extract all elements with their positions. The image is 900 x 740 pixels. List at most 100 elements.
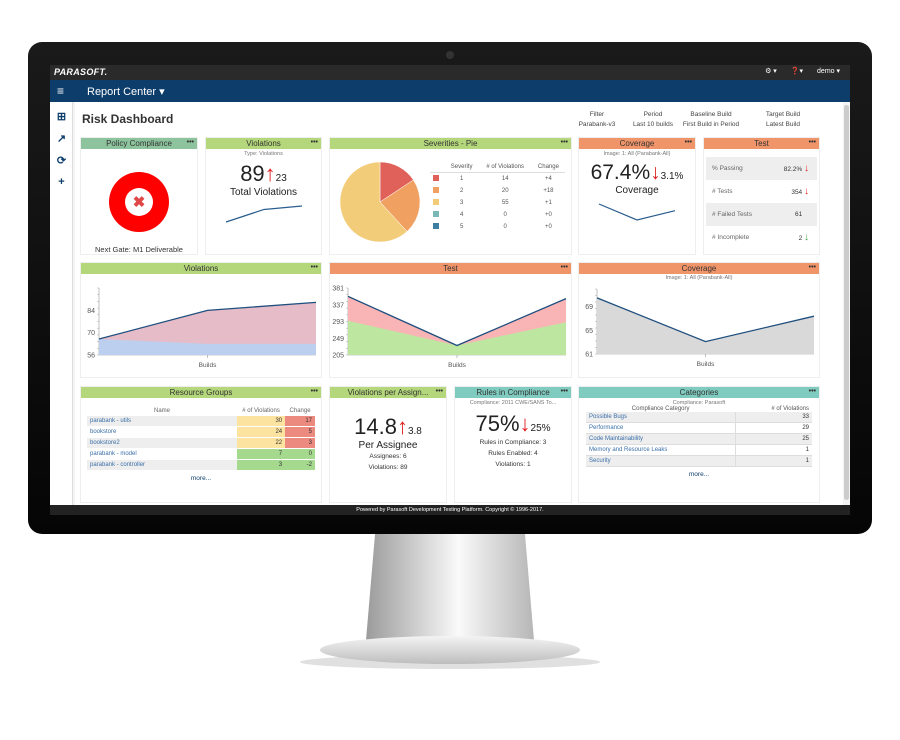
y-tick-label: 65 (585, 328, 593, 335)
x-icon: ✖ (133, 194, 146, 211)
y-tick-label: 249 (332, 336, 344, 343)
legend-swatch (433, 175, 439, 181)
resource-group-link[interactable]: parabank - controller (87, 460, 237, 471)
filter-value: Latest Build (766, 121, 800, 128)
more-link[interactable]: more... (579, 471, 819, 478)
y-tick-label: 56 (87, 353, 95, 360)
dashboard-content: Risk Dashboard Filter Parabank-v3 Period La… (75, 102, 843, 505)
column-header: Name (153, 408, 170, 414)
resource-group-link[interactable]: bookstore (87, 427, 237, 438)
report-center-menu[interactable]: Report Center ▾ (87, 85, 165, 98)
resource-group-link[interactable]: parabank - model (87, 449, 237, 460)
scrollbar[interactable] (844, 105, 849, 500)
widget-menu-icon[interactable]: ••• (311, 137, 318, 148)
refresh-icon[interactable]: ⟳ (55, 154, 68, 167)
widget-menu-icon[interactable]: ••• (311, 386, 318, 397)
arrow-down-icon: ↓ (804, 186, 809, 197)
widget-header: Coverage ••• (579, 138, 695, 149)
widget-menu-icon[interactable]: ••• (809, 262, 816, 273)
widget-menu-icon[interactable]: ••• (561, 137, 568, 148)
widget-title: Policy Compliance (106, 139, 172, 148)
next-gate: Next Gate: M1 Deliverable (95, 245, 183, 254)
widget-menu-icon[interactable]: ••• (311, 262, 318, 273)
change: +18 (543, 188, 554, 194)
severity-row: 3 55 +1 (430, 197, 565, 209)
test-metric-row: # Incomplete 2 ↓ (706, 226, 817, 249)
table-row: parabank - utils 30 17 (87, 416, 315, 427)
kpi-value: 89 (240, 161, 265, 186)
y-tick-label: 70 (87, 330, 95, 337)
kpi-delta: 3.8 (407, 426, 422, 437)
category-link[interactable]: Memory and Resource Leaks (586, 444, 736, 456)
kpi-caption: Total Violations (229, 187, 298, 198)
column-header (430, 162, 445, 173)
arrow-down-good-icon: ↓ (804, 232, 809, 243)
more-link[interactable]: more... (81, 475, 321, 482)
widget-title: Test (754, 139, 769, 148)
widget-title: Severities - Pie (423, 139, 478, 148)
widget-header: Rules in Compliance ••• (455, 387, 571, 398)
arrow-down-icon: ↓ (804, 163, 809, 174)
categories-table: Compliance Category # of Violations Possib… (586, 406, 812, 467)
plus-icon[interactable]: + (55, 176, 68, 188)
detail-line: Assignees: 6 (369, 453, 407, 460)
violations-sparkline (225, 205, 303, 223)
column-header: Change (537, 164, 559, 170)
violations-widget: Violations ••• Type: Violations 89↑23 Total … (205, 137, 322, 255)
share-icon[interactable]: ↗ (55, 132, 68, 145)
widget-menu-icon[interactable]: ••• (685, 137, 692, 148)
footer: Powered by Parasoft Development Testing … (50, 505, 850, 515)
severities-pie-widget: Severities - Pie ••• Severity # of Violati… (329, 137, 572, 255)
filter-label: Baseline Build (690, 111, 732, 118)
coverage-trend-widget: Coverage ••• Image: 1: All (Parabank-All) 6… (578, 262, 820, 378)
y-tick-label: 337 (332, 302, 344, 309)
kpi-value: 75% (475, 411, 520, 436)
column-header: Severity (450, 164, 473, 170)
resource-group-link[interactable]: bookstore2 (87, 438, 237, 449)
category-link[interactable]: Performance (586, 422, 736, 434)
gear-icon[interactable]: ⚙ ▾ (765, 67, 777, 75)
metric-value: 82.2% (783, 166, 803, 173)
table-row: Security 1 (586, 455, 812, 467)
resource-group-link[interactable]: parabank - utils (87, 416, 237, 427)
resource-groups-table: Name # of Violations Change parabank - util… (87, 406, 315, 471)
y-tick-label: 381 (332, 286, 344, 293)
widget-menu-icon[interactable]: ••• (809, 137, 816, 148)
filter-target-build[interactable]: Target Build Latest Build (748, 110, 818, 130)
policy-status-chart: ✖ (109, 172, 169, 232)
category-link[interactable]: Security (586, 455, 736, 467)
page-title: Risk Dashboard (82, 112, 174, 126)
add-widget-icon[interactable]: ⊞ (55, 110, 68, 123)
help-icon[interactable]: ❓▾ (791, 67, 803, 75)
widget-menu-icon[interactable]: ••• (561, 262, 568, 273)
change: -2 (285, 459, 315, 471)
severity-row: 1 14 +4 (430, 173, 565, 186)
violation-count: 1 (805, 458, 809, 464)
user-menu[interactable]: demo ▾ (817, 67, 840, 75)
widget-menu-icon[interactable]: ••• (436, 386, 443, 397)
rules-in-compliance-widget: Rules in Compliance ••• Compliance: 2011 C… (454, 386, 572, 503)
category-link[interactable]: Code Maintainability (586, 433, 736, 445)
monitor-base (320, 636, 580, 664)
table-row: Possible Bugs 33 (586, 412, 812, 423)
legend-swatch (433, 211, 439, 217)
arrow-up-icon: ↑ (264, 161, 276, 186)
table-row: Performance 29 (586, 422, 812, 434)
change: +1 (545, 200, 552, 206)
widget-menu-icon[interactable]: ••• (187, 137, 194, 148)
filter-value: First Build in Period (682, 121, 740, 128)
widget-header: Resource Groups ••• (81, 387, 321, 398)
widget-menu-icon[interactable]: ••• (809, 386, 816, 397)
severity-row: 5 0 +0 (430, 221, 565, 233)
count: 55 (501, 200, 509, 206)
y-tick-label: 69 (585, 304, 593, 311)
filter-baseline-build[interactable]: Baseline Build First Build in Period (676, 110, 746, 130)
widget-menu-icon[interactable]: ••• (561, 386, 568, 397)
camera-icon (446, 51, 454, 59)
category-link[interactable]: Possible Bugs (586, 412, 736, 423)
kpi-delta: 23 (275, 173, 287, 184)
count: 0 (503, 212, 507, 218)
hamburger-icon[interactable]: ≡ (57, 84, 64, 98)
filter-label: Target Build (765, 111, 801, 118)
column-header: # of Violations (486, 164, 525, 170)
